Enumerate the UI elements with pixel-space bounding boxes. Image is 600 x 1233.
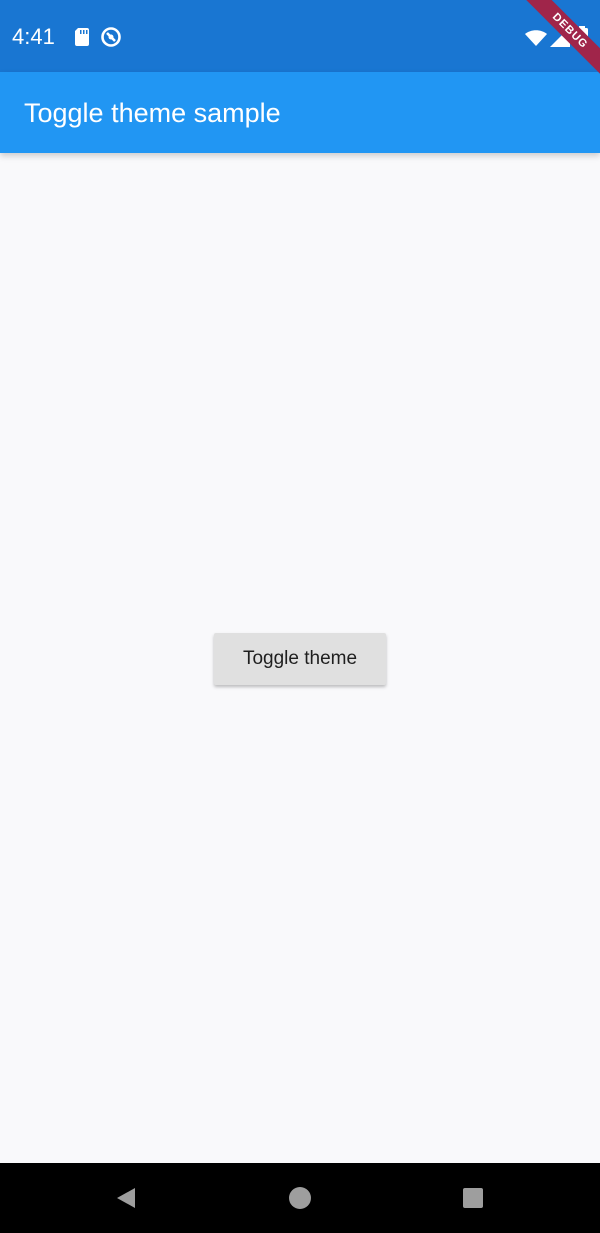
main-content: Toggle theme [0,153,600,1163]
sd-card-icon [70,25,94,49]
system-nav-bar [0,1163,600,1233]
wifi-icon [524,25,548,49]
home-icon[interactable] [288,1186,312,1210]
sync-icon [99,25,123,49]
recents-icon[interactable] [461,1186,485,1210]
back-icon[interactable] [114,1186,138,1210]
toggle-theme-button[interactable]: Toggle theme [214,633,386,685]
phone-screen: 4:41 DEBUG Toggle theme sample Toggle th… [0,0,600,1233]
app-bar: Toggle theme sample [0,72,600,153]
status-time: 4:41 [12,24,55,49]
status-bar: 4:41 [0,0,600,72]
app-bar-title: Toggle theme sample [24,98,281,128]
